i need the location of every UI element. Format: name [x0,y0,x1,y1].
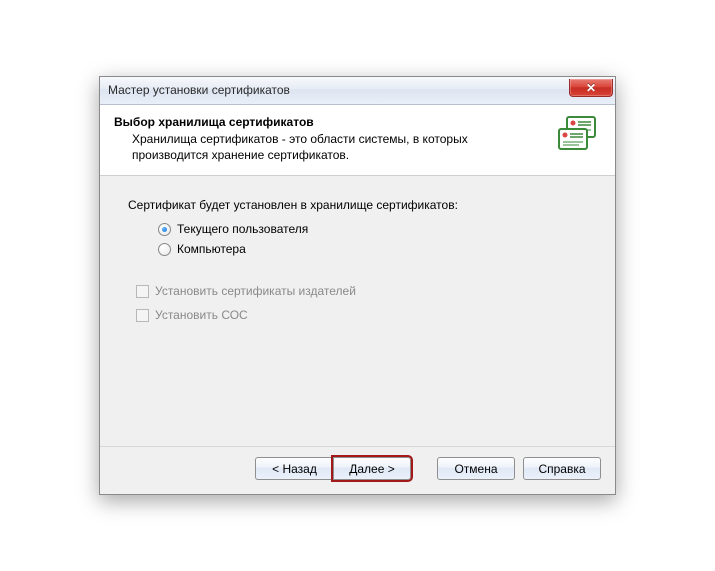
radio-label: Компьютера [177,242,246,256]
header-panel: Выбор хранилища сертификатов Хранилища с… [100,105,615,176]
back-button[interactable]: < Назад [255,457,333,480]
radio-label: Текущего пользователя [177,222,308,236]
footer-panel: < Назад Далее > Отмена Справка [100,446,615,494]
prompt-text: Сертификат будет установлен в хранилище … [128,198,587,212]
dialog-title: Мастер установки сертификатов [108,83,290,97]
cancel-button[interactable]: Отмена [437,457,515,480]
titlebar: Мастер установки сертификатов ✕ [100,77,615,105]
checkbox-coc: Установить СОС [136,308,587,322]
checkbox-publishers: Установить сертификаты издателей [136,284,587,298]
wizard-dialog: Мастер установки сертификатов ✕ Выбор хр… [99,76,616,495]
help-button[interactable]: Справка [523,457,601,480]
radio-icon [158,243,171,256]
checkbox-icon [136,285,149,298]
header-description: Хранилища сертификатов - это области сис… [114,131,549,163]
radio-current-user[interactable]: Текущего пользователя [158,222,587,236]
radio-group-store: Текущего пользователя Компьютера [128,222,587,256]
checkbox-group: Установить сертификаты издателей Установ… [128,284,587,322]
next-button[interactable]: Далее > [333,457,411,480]
checkbox-label: Установить СОС [155,308,248,322]
radio-computer[interactable]: Компьютера [158,242,587,256]
header-text: Выбор хранилища сертификатов Хранилища с… [114,115,549,163]
nav-button-group: < Назад Далее > [255,457,411,480]
close-button[interactable]: ✕ [569,79,613,97]
spacer [419,457,429,480]
certificate-icon [557,115,601,155]
checkbox-icon [136,309,149,322]
checkbox-label: Установить сертификаты издателей [155,284,356,298]
body-panel: Сертификат будет установлен в хранилище … [100,176,615,446]
radio-icon [158,223,171,236]
close-icon: ✕ [586,82,596,94]
header-title: Выбор хранилища сертификатов [114,115,549,129]
